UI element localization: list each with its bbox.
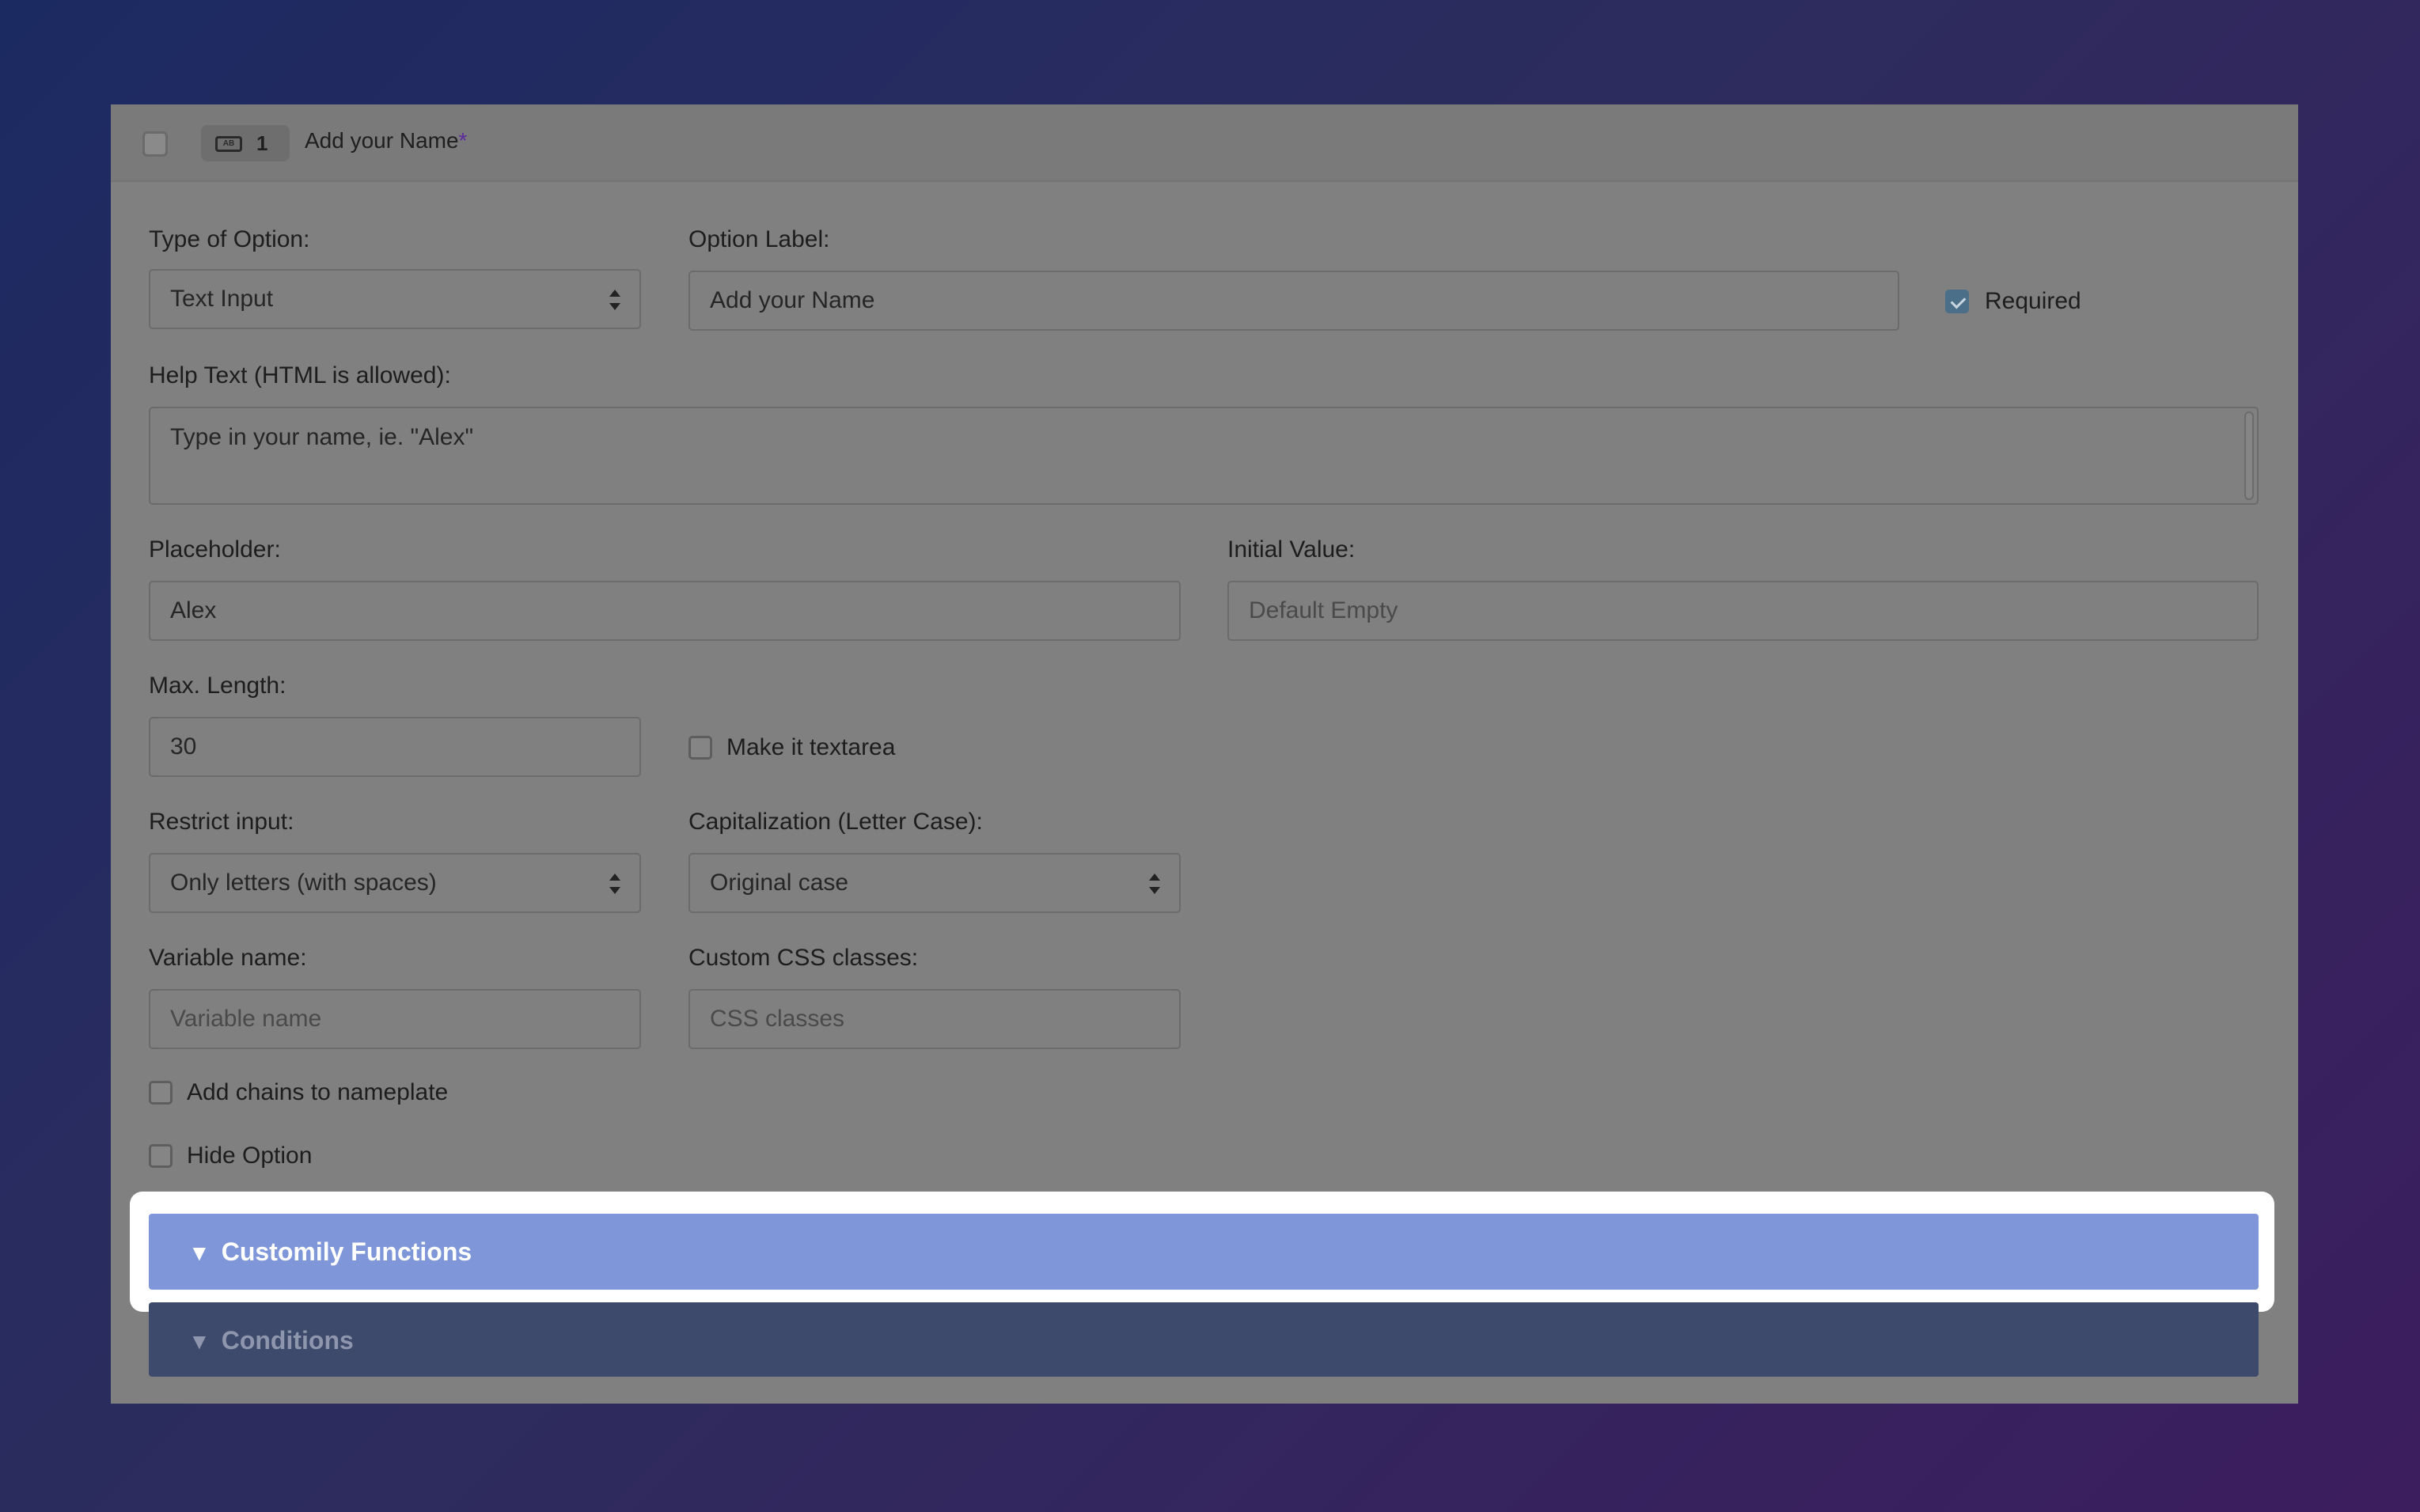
help-text-value: Type in your name, ie. "Alex" bbox=[170, 424, 474, 450]
customily-functions-label: Customily Functions bbox=[221, 1237, 472, 1266]
conditions-section[interactable]: ▼ Conditions bbox=[149, 1302, 2259, 1377]
capitalization-label: Capitalization (Letter Case): bbox=[688, 809, 983, 835]
textarea-scrollbar[interactable] bbox=[2244, 411, 2254, 500]
hide-option-label: Hide Option bbox=[187, 1143, 313, 1169]
customily-functions-section[interactable]: ▼ Customily Functions bbox=[149, 1214, 2259, 1290]
select-arrows-icon bbox=[1149, 873, 1160, 894]
select-arrows-icon bbox=[609, 290, 620, 310]
required-asterisk: * bbox=[458, 128, 468, 153]
type-of-option-value: Text Input bbox=[170, 286, 274, 312]
option-label-input[interactable]: Add your Name bbox=[688, 271, 1899, 331]
option-title: Add your Name* bbox=[305, 128, 467, 153]
max-length-label: Max. Length: bbox=[149, 673, 286, 699]
max-length-input[interactable]: 30 bbox=[149, 717, 641, 777]
text-input-icon: AB bbox=[215, 136, 242, 152]
capitalization-select[interactable]: Original case bbox=[688, 853, 1181, 913]
placeholder-input[interactable]: Alex bbox=[149, 581, 1181, 641]
initial-value-label: Initial Value: bbox=[1227, 536, 1356, 563]
restrict-input-select[interactable]: Only letters (with spaces) bbox=[149, 853, 641, 913]
help-text-textarea[interactable]: Type in your name, ie. "Alex" bbox=[149, 407, 2259, 505]
make-textarea-label: Make it textarea bbox=[726, 734, 896, 760]
required-label: Required bbox=[1985, 288, 2081, 314]
required-checkbox[interactable] bbox=[1945, 290, 1969, 313]
expand-triangle-icon: ▼ bbox=[188, 1329, 211, 1354]
option-header[interactable]: AB 1 Add your Name* bbox=[111, 104, 2298, 182]
help-text-label: Help Text (HTML is allowed): bbox=[149, 362, 451, 388]
option-title-text: Add your Name bbox=[305, 128, 459, 153]
restrict-input-label: Restrict input: bbox=[149, 809, 294, 835]
type-of-option-label: Type of Option: bbox=[149, 226, 310, 252]
conditions-label: Conditions bbox=[221, 1326, 354, 1355]
restrict-input-value: Only letters (with spaces) bbox=[170, 870, 437, 896]
make-textarea-checkbox[interactable] bbox=[688, 736, 712, 760]
capitalization-value: Original case bbox=[710, 870, 849, 896]
option-label-label: Option Label: bbox=[688, 226, 830, 252]
expand-triangle-icon: ▼ bbox=[188, 1241, 211, 1265]
initial-value-input[interactable]: Default Empty bbox=[1227, 581, 2259, 641]
custom-css-input[interactable]: CSS classes bbox=[688, 989, 1181, 1049]
placeholder-label: Placeholder: bbox=[149, 536, 281, 563]
variable-name-label: Variable name: bbox=[149, 945, 307, 971]
option-index: 1 bbox=[256, 131, 268, 155]
custom-css-label: Custom CSS classes: bbox=[688, 945, 919, 971]
option-type-badge: AB 1 bbox=[201, 125, 290, 161]
select-option-checkbox[interactable] bbox=[142, 131, 168, 157]
variable-name-input[interactable]: Variable name bbox=[149, 989, 641, 1049]
select-arrows-icon bbox=[609, 873, 620, 894]
hide-option-checkbox[interactable] bbox=[149, 1144, 173, 1168]
add-chains-checkbox[interactable] bbox=[149, 1081, 173, 1105]
add-chains-label: Add chains to nameplate bbox=[187, 1079, 449, 1105]
type-of-option-select[interactable]: Text Input bbox=[149, 269, 641, 329]
